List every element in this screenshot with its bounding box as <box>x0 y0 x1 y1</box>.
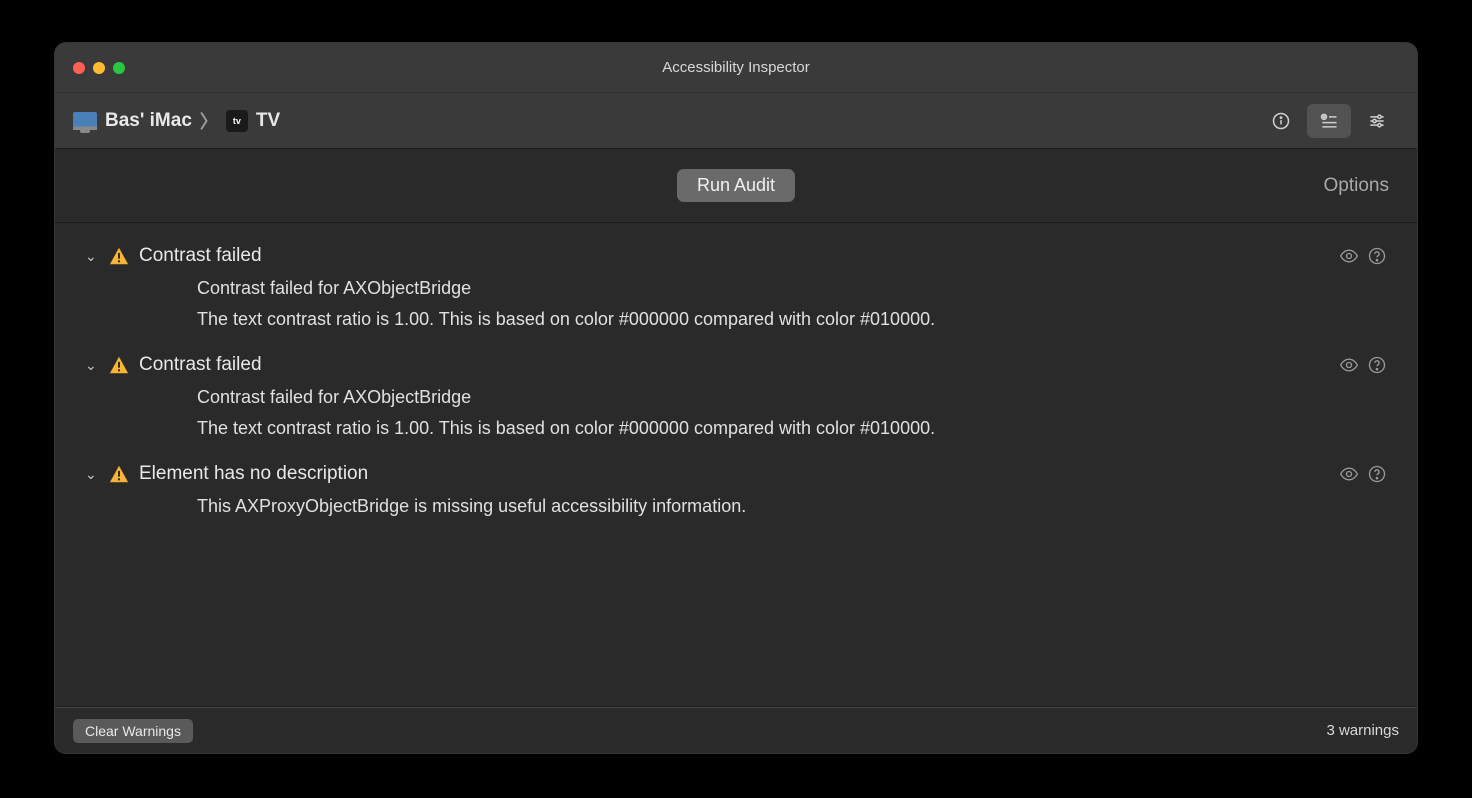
reveal-button[interactable] <box>1339 464 1359 484</box>
warning-count: 3 warnings <box>1326 722 1399 739</box>
help-circle-icon <box>1367 246 1387 266</box>
close-button[interactable] <box>73 62 85 74</box>
audit-list-icon <box>1319 111 1339 131</box>
issues-list: ⌄ Contrast failed Contrast failed for AX… <box>55 223 1417 696</box>
issue-details: This AXProxyObjectBridge is missing usef… <box>85 485 1387 522</box>
sliders-icon <box>1367 111 1387 131</box>
reveal-button[interactable] <box>1339 246 1359 266</box>
help-circle-icon <box>1367 464 1387 484</box>
chevron-right-icon: 〉 <box>200 108 218 134</box>
issue-title: Element has no description <box>139 463 1329 485</box>
issue-header-row[interactable]: ⌄ Element has no description <box>85 463 1387 485</box>
help-button[interactable] <box>1367 355 1387 375</box>
settings-button[interactable] <box>1355 104 1399 138</box>
minimize-button[interactable] <box>93 62 105 74</box>
issue-item: ⌄ Contrast failed Contrast failed for AX… <box>55 348 1417 457</box>
tv-app-icon: tv <box>226 110 248 132</box>
issue-actions <box>1339 464 1387 484</box>
help-button[interactable] <box>1367 464 1387 484</box>
issue-details: Contrast failed for AXObjectBridge The t… <box>85 376 1387 443</box>
toolbar-actions <box>1259 104 1399 138</box>
issue-detail-line: This AXProxyObjectBridge is missing usef… <box>197 491 1387 522</box>
inspector-window: Accessibility Inspector Bas' iMac 〉 tv T… <box>54 42 1418 754</box>
breadcrumb[interactable]: Bas' iMac 〉 tv TV <box>73 108 1259 134</box>
run-audit-button[interactable]: Run Audit <box>677 169 795 202</box>
warning-triangle-icon <box>109 465 129 483</box>
issue-actions <box>1339 246 1387 266</box>
audit-tab-button[interactable] <box>1307 104 1351 138</box>
info-circle-icon <box>1271 111 1291 131</box>
clear-warnings-button[interactable]: Clear Warnings <box>73 719 193 743</box>
chevron-down-icon[interactable]: ⌄ <box>85 357 99 374</box>
breadcrumb-device: Bas' iMac <box>105 110 192 132</box>
eye-icon <box>1339 355 1359 375</box>
imac-icon <box>73 112 97 130</box>
issue-title: Contrast failed <box>139 354 1329 376</box>
issue-header-row[interactable]: ⌄ Contrast failed <box>85 354 1387 376</box>
warning-triangle-icon <box>109 247 129 265</box>
footer: Clear Warnings 3 warnings <box>55 707 1417 753</box>
eye-icon <box>1339 246 1359 266</box>
eye-icon <box>1339 464 1359 484</box>
issue-detail-line: The text contrast ratio is 1.00. This is… <box>197 304 1387 335</box>
options-button[interactable]: Options <box>1324 175 1389 197</box>
issue-details: Contrast failed for AXObjectBridge The t… <box>85 267 1387 334</box>
info-button[interactable] <box>1259 104 1303 138</box>
issue-item: ⌄ Contrast failed Contrast failed for AX… <box>55 239 1417 348</box>
issue-detail-line: The text contrast ratio is 1.00. This is… <box>197 413 1387 444</box>
traffic-lights <box>73 62 125 74</box>
audit-header: Run Audit Options <box>55 149 1417 223</box>
help-circle-icon <box>1367 355 1387 375</box>
window-title: Accessibility Inspector <box>662 59 810 76</box>
titlebar: Accessibility Inspector <box>55 43 1417 93</box>
chevron-down-icon[interactable]: ⌄ <box>85 466 99 483</box>
chevron-down-icon[interactable]: ⌄ <box>85 248 99 265</box>
breadcrumb-app: TV <box>256 110 280 132</box>
toolbar: Bas' iMac 〉 tv TV <box>55 93 1417 149</box>
maximize-button[interactable] <box>113 62 125 74</box>
issue-header-row[interactable]: ⌄ Contrast failed <box>85 245 1387 267</box>
issue-detail-line: Contrast failed for AXObjectBridge <box>197 382 1387 413</box>
issue-title: Contrast failed <box>139 245 1329 267</box>
issue-item: ⌄ Element has no description This AXProx… <box>55 457 1417 536</box>
reveal-button[interactable] <box>1339 355 1359 375</box>
warning-triangle-icon <box>109 356 129 374</box>
issue-detail-line: Contrast failed for AXObjectBridge <box>197 273 1387 304</box>
issue-actions <box>1339 355 1387 375</box>
help-button[interactable] <box>1367 246 1387 266</box>
